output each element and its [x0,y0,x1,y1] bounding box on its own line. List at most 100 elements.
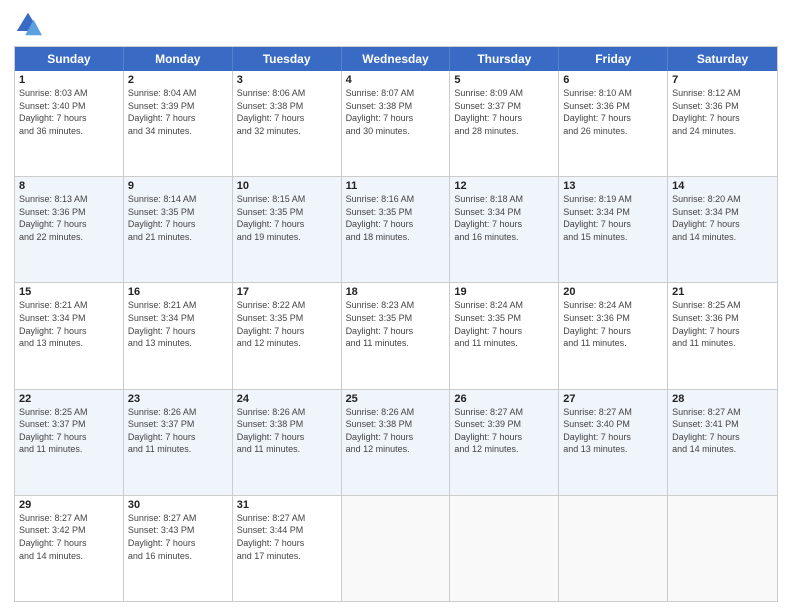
header-cell-saturday: Saturday [668,47,777,71]
header-cell-friday: Friday [559,47,668,71]
calendar-row-3: 15Sunrise: 8:21 AMSunset: 3:34 PMDayligh… [15,282,777,388]
cal-cell: 24Sunrise: 8:26 AMSunset: 3:38 PMDayligh… [233,390,342,495]
cal-cell: 13Sunrise: 8:19 AMSunset: 3:34 PMDayligh… [559,177,668,282]
day-info: Sunrise: 8:03 AMSunset: 3:40 PMDaylight:… [19,87,119,137]
day-info: Sunrise: 8:18 AMSunset: 3:34 PMDaylight:… [454,193,554,243]
day-number: 22 [19,393,119,405]
calendar-body: 1Sunrise: 8:03 AMSunset: 3:40 PMDaylight… [15,71,777,601]
cal-cell [559,496,668,601]
header-cell-sunday: Sunday [15,47,124,71]
day-number: 9 [128,180,228,192]
day-number: 17 [237,286,337,298]
day-number: 31 [237,499,337,511]
day-number: 3 [237,74,337,86]
day-info: Sunrise: 8:09 AMSunset: 3:37 PMDaylight:… [454,87,554,137]
cal-cell: 14Sunrise: 8:20 AMSunset: 3:34 PMDayligh… [668,177,777,282]
cal-cell [668,496,777,601]
day-number: 21 [672,286,773,298]
cal-cell: 19Sunrise: 8:24 AMSunset: 3:35 PMDayligh… [450,283,559,388]
day-number: 6 [563,74,663,86]
day-info: Sunrise: 8:25 AMSunset: 3:37 PMDaylight:… [19,406,119,456]
cal-cell: 7Sunrise: 8:12 AMSunset: 3:36 PMDaylight… [668,71,777,176]
cal-cell: 27Sunrise: 8:27 AMSunset: 3:40 PMDayligh… [559,390,668,495]
day-info: Sunrise: 8:13 AMSunset: 3:36 PMDaylight:… [19,193,119,243]
day-info: Sunrise: 8:22 AMSunset: 3:35 PMDaylight:… [237,299,337,349]
cal-cell: 29Sunrise: 8:27 AMSunset: 3:42 PMDayligh… [15,496,124,601]
day-info: Sunrise: 8:27 AMSunset: 3:41 PMDaylight:… [672,406,773,456]
day-info: Sunrise: 8:21 AMSunset: 3:34 PMDaylight:… [19,299,119,349]
day-info: Sunrise: 8:14 AMSunset: 3:35 PMDaylight:… [128,193,228,243]
day-info: Sunrise: 8:15 AMSunset: 3:35 PMDaylight:… [237,193,337,243]
day-number: 23 [128,393,228,405]
day-info: Sunrise: 8:26 AMSunset: 3:38 PMDaylight:… [237,406,337,456]
day-info: Sunrise: 8:06 AMSunset: 3:38 PMDaylight:… [237,87,337,137]
cal-cell: 18Sunrise: 8:23 AMSunset: 3:35 PMDayligh… [342,283,451,388]
day-number: 13 [563,180,663,192]
day-number: 16 [128,286,228,298]
logo-icon [14,10,42,38]
day-info: Sunrise: 8:27 AMSunset: 3:44 PMDaylight:… [237,512,337,562]
day-number: 24 [237,393,337,405]
cal-cell: 6Sunrise: 8:10 AMSunset: 3:36 PMDaylight… [559,71,668,176]
day-number: 14 [672,180,773,192]
day-number: 12 [454,180,554,192]
day-number: 25 [346,393,446,405]
cal-cell: 17Sunrise: 8:22 AMSunset: 3:35 PMDayligh… [233,283,342,388]
header-cell-wednesday: Wednesday [342,47,451,71]
cal-cell [450,496,559,601]
day-info: Sunrise: 8:24 AMSunset: 3:36 PMDaylight:… [563,299,663,349]
day-info: Sunrise: 8:26 AMSunset: 3:37 PMDaylight:… [128,406,228,456]
day-info: Sunrise: 8:21 AMSunset: 3:34 PMDaylight:… [128,299,228,349]
calendar-row-2: 8Sunrise: 8:13 AMSunset: 3:36 PMDaylight… [15,176,777,282]
cal-cell: 26Sunrise: 8:27 AMSunset: 3:39 PMDayligh… [450,390,559,495]
day-info: Sunrise: 8:19 AMSunset: 3:34 PMDaylight:… [563,193,663,243]
day-info: Sunrise: 8:16 AMSunset: 3:35 PMDaylight:… [346,193,446,243]
logo [14,10,46,38]
day-number: 15 [19,286,119,298]
cal-cell: 10Sunrise: 8:15 AMSunset: 3:35 PMDayligh… [233,177,342,282]
cal-cell: 12Sunrise: 8:18 AMSunset: 3:34 PMDayligh… [450,177,559,282]
cal-cell: 3Sunrise: 8:06 AMSunset: 3:38 PMDaylight… [233,71,342,176]
day-number: 5 [454,74,554,86]
day-info: Sunrise: 8:27 AMSunset: 3:40 PMDaylight:… [563,406,663,456]
day-info: Sunrise: 8:27 AMSunset: 3:42 PMDaylight:… [19,512,119,562]
cal-cell: 5Sunrise: 8:09 AMSunset: 3:37 PMDaylight… [450,71,559,176]
day-number: 29 [19,499,119,511]
day-info: Sunrise: 8:24 AMSunset: 3:35 PMDaylight:… [454,299,554,349]
day-info: Sunrise: 8:23 AMSunset: 3:35 PMDaylight:… [346,299,446,349]
cal-cell: 1Sunrise: 8:03 AMSunset: 3:40 PMDaylight… [15,71,124,176]
day-number: 30 [128,499,228,511]
cal-cell: 20Sunrise: 8:24 AMSunset: 3:36 PMDayligh… [559,283,668,388]
cal-cell: 28Sunrise: 8:27 AMSunset: 3:41 PMDayligh… [668,390,777,495]
header-cell-tuesday: Tuesday [233,47,342,71]
cal-cell [342,496,451,601]
cal-cell: 31Sunrise: 8:27 AMSunset: 3:44 PMDayligh… [233,496,342,601]
cal-cell: 25Sunrise: 8:26 AMSunset: 3:38 PMDayligh… [342,390,451,495]
day-number: 8 [19,180,119,192]
day-number: 26 [454,393,554,405]
calendar: SundayMondayTuesdayWednesdayThursdayFrid… [14,46,778,602]
cal-cell: 22Sunrise: 8:25 AMSunset: 3:37 PMDayligh… [15,390,124,495]
calendar-header: SundayMondayTuesdayWednesdayThursdayFrid… [15,47,777,71]
day-info: Sunrise: 8:26 AMSunset: 3:38 PMDaylight:… [346,406,446,456]
day-number: 10 [237,180,337,192]
header [14,10,778,38]
day-number: 2 [128,74,228,86]
header-cell-thursday: Thursday [450,47,559,71]
day-number: 20 [563,286,663,298]
day-number: 19 [454,286,554,298]
cal-cell: 8Sunrise: 8:13 AMSunset: 3:36 PMDaylight… [15,177,124,282]
day-info: Sunrise: 8:07 AMSunset: 3:38 PMDaylight:… [346,87,446,137]
day-number: 27 [563,393,663,405]
cal-cell: 30Sunrise: 8:27 AMSunset: 3:43 PMDayligh… [124,496,233,601]
day-info: Sunrise: 8:25 AMSunset: 3:36 PMDaylight:… [672,299,773,349]
page: SundayMondayTuesdayWednesdayThursdayFrid… [0,0,792,612]
day-info: Sunrise: 8:27 AMSunset: 3:39 PMDaylight:… [454,406,554,456]
day-number: 28 [672,393,773,405]
calendar-row-4: 22Sunrise: 8:25 AMSunset: 3:37 PMDayligh… [15,389,777,495]
cal-cell: 2Sunrise: 8:04 AMSunset: 3:39 PMDaylight… [124,71,233,176]
cal-cell: 16Sunrise: 8:21 AMSunset: 3:34 PMDayligh… [124,283,233,388]
day-info: Sunrise: 8:20 AMSunset: 3:34 PMDaylight:… [672,193,773,243]
cal-cell: 9Sunrise: 8:14 AMSunset: 3:35 PMDaylight… [124,177,233,282]
day-number: 4 [346,74,446,86]
